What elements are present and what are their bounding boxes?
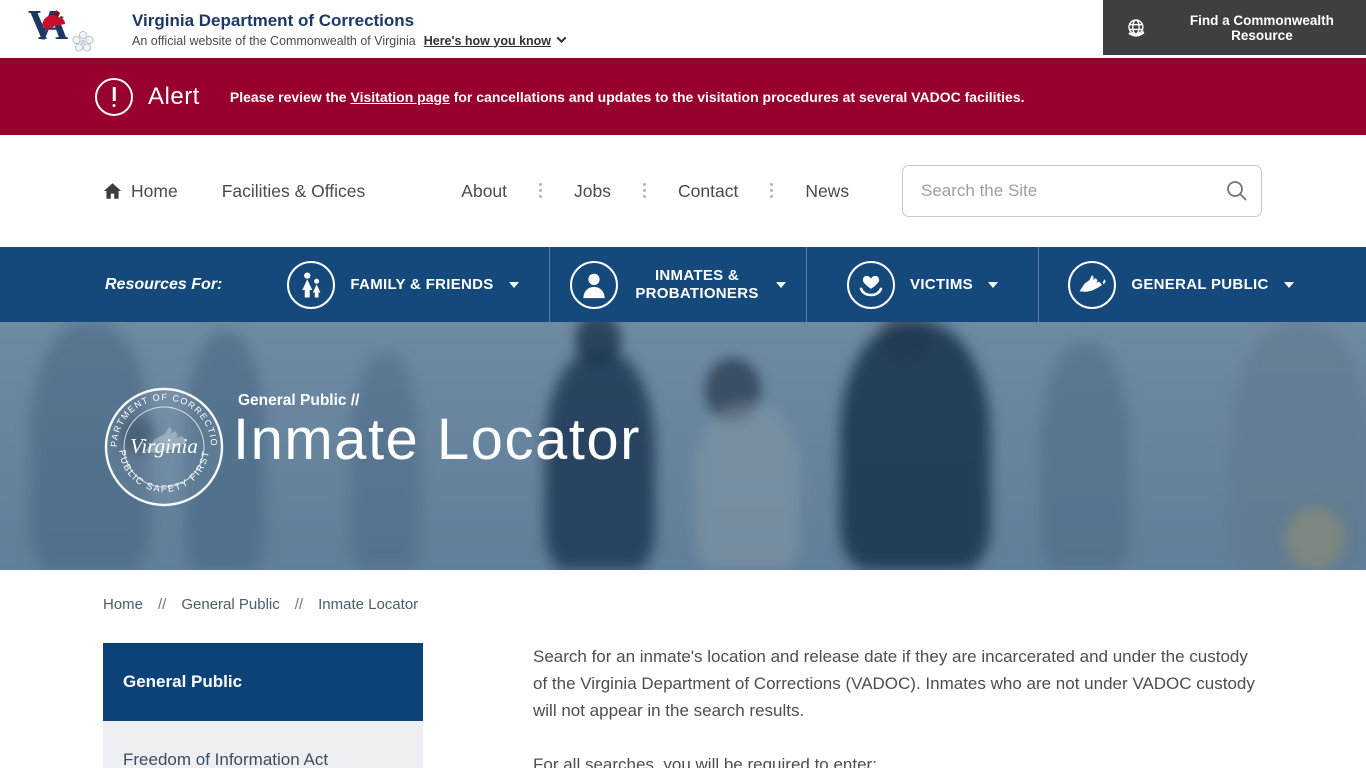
family-icon bbox=[287, 261, 335, 309]
find-commonwealth-resource-button[interactable]: Find a Commonwealth Resource bbox=[1103, 0, 1366, 55]
resources-inmates-probationers[interactable]: INMATES & PROBATIONERS bbox=[549, 247, 806, 322]
site-title: Virginia Department of Corrections bbox=[132, 11, 565, 31]
search-button[interactable] bbox=[1225, 179, 1249, 203]
dogwood-flower-icon bbox=[72, 31, 94, 53]
search-icon bbox=[1225, 179, 1249, 203]
main-navigation: Home Facilities & Offices About Jobs Con… bbox=[0, 135, 1366, 247]
breadcrumb-home[interactable]: Home bbox=[103, 596, 143, 613]
alert-banner: Alert Please review the Visitation page … bbox=[0, 58, 1366, 135]
sidebar-item-foia[interactable]: Freedom of Information Act bbox=[103, 721, 423, 768]
resources-victims[interactable]: VICTIMS bbox=[806, 247, 1038, 322]
alert-exclamation-icon bbox=[95, 78, 133, 116]
vadoc-seal: DEPARTMENT OF CORRECTIONS PUBLIC SAFETY … bbox=[103, 386, 225, 508]
vadoc-logo[interactable]: VA bbox=[20, 3, 108, 55]
resources-general-public[interactable]: GENERAL PUBLIC bbox=[1038, 247, 1323, 322]
site-search bbox=[902, 165, 1262, 217]
nav-news[interactable]: News bbox=[805, 181, 849, 202]
virginia-state-icon bbox=[1068, 261, 1116, 309]
search-input[interactable] bbox=[903, 181, 1225, 201]
breadcrumb-current: Inmate Locator bbox=[318, 596, 418, 613]
chevron-down-icon bbox=[1284, 282, 1294, 288]
nav-divider bbox=[539, 183, 542, 186]
sidebar: General Public Freedom of Information Ac… bbox=[103, 643, 423, 768]
visitation-page-link[interactable]: Visitation page bbox=[351, 89, 450, 105]
heres-how-you-know-link[interactable]: Here's how you know bbox=[424, 34, 565, 48]
breadcrumb: Home // General Public // Inmate Locator bbox=[103, 596, 1366, 613]
inmate-icon bbox=[570, 261, 618, 309]
resources-bar: Resources For: FAMILY & FRIENDS INMATES … bbox=[0, 247, 1366, 322]
nav-divider bbox=[770, 183, 773, 186]
main-copy: Search for an inmate's location and rele… bbox=[533, 643, 1255, 768]
nav-divider bbox=[643, 183, 646, 186]
resources-family-friends[interactable]: FAMILY & FRIENDS bbox=[257, 247, 549, 322]
resources-for-label: Resources For: bbox=[105, 247, 257, 322]
alert-message: Please review the Visitation page for ca… bbox=[230, 89, 1025, 105]
nav-home[interactable]: Home bbox=[103, 181, 178, 202]
nav-contact[interactable]: Contact bbox=[678, 181, 738, 202]
official-website-text: An official website of the Commonwealth … bbox=[132, 34, 416, 48]
heart-hands-icon bbox=[847, 261, 895, 309]
alert-label: Alert bbox=[148, 83, 200, 111]
intro-paragraph: Search for an inmate's location and rele… bbox=[533, 643, 1255, 725]
hero-banner: DEPARTMENT OF CORRECTIONS PUBLIC SAFETY … bbox=[0, 322, 1366, 570]
requirements-lead: For all searches, you will be required t… bbox=[533, 751, 1255, 768]
nav-facilities-offices[interactable]: Facilities & Offices bbox=[222, 181, 366, 202]
content-area: General Public Freedom of Information Ac… bbox=[0, 643, 1366, 768]
nav-jobs[interactable]: Jobs bbox=[574, 181, 611, 202]
chevron-down-icon bbox=[557, 33, 567, 43]
seal-center-text: Virginia bbox=[130, 434, 198, 458]
page-title: Inmate Locator bbox=[233, 406, 641, 473]
breadcrumb-separator: // bbox=[295, 596, 303, 613]
breadcrumb-general-public[interactable]: General Public bbox=[181, 596, 279, 613]
chevron-down-icon bbox=[776, 282, 786, 288]
site-meta: Virginia Department of Corrections An of… bbox=[132, 11, 565, 48]
nav-about[interactable]: About bbox=[461, 181, 507, 202]
chevron-down-icon bbox=[509, 282, 519, 288]
globe-icon bbox=[1125, 17, 1147, 39]
sidebar-title-general-public[interactable]: General Public bbox=[103, 643, 423, 721]
breadcrumb-separator: // bbox=[158, 596, 166, 613]
chevron-down-icon bbox=[988, 282, 998, 288]
home-icon bbox=[103, 182, 122, 200]
site-header: VA Virginia Department of Corrections An… bbox=[0, 0, 1366, 58]
cardinal-icon bbox=[38, 6, 68, 32]
